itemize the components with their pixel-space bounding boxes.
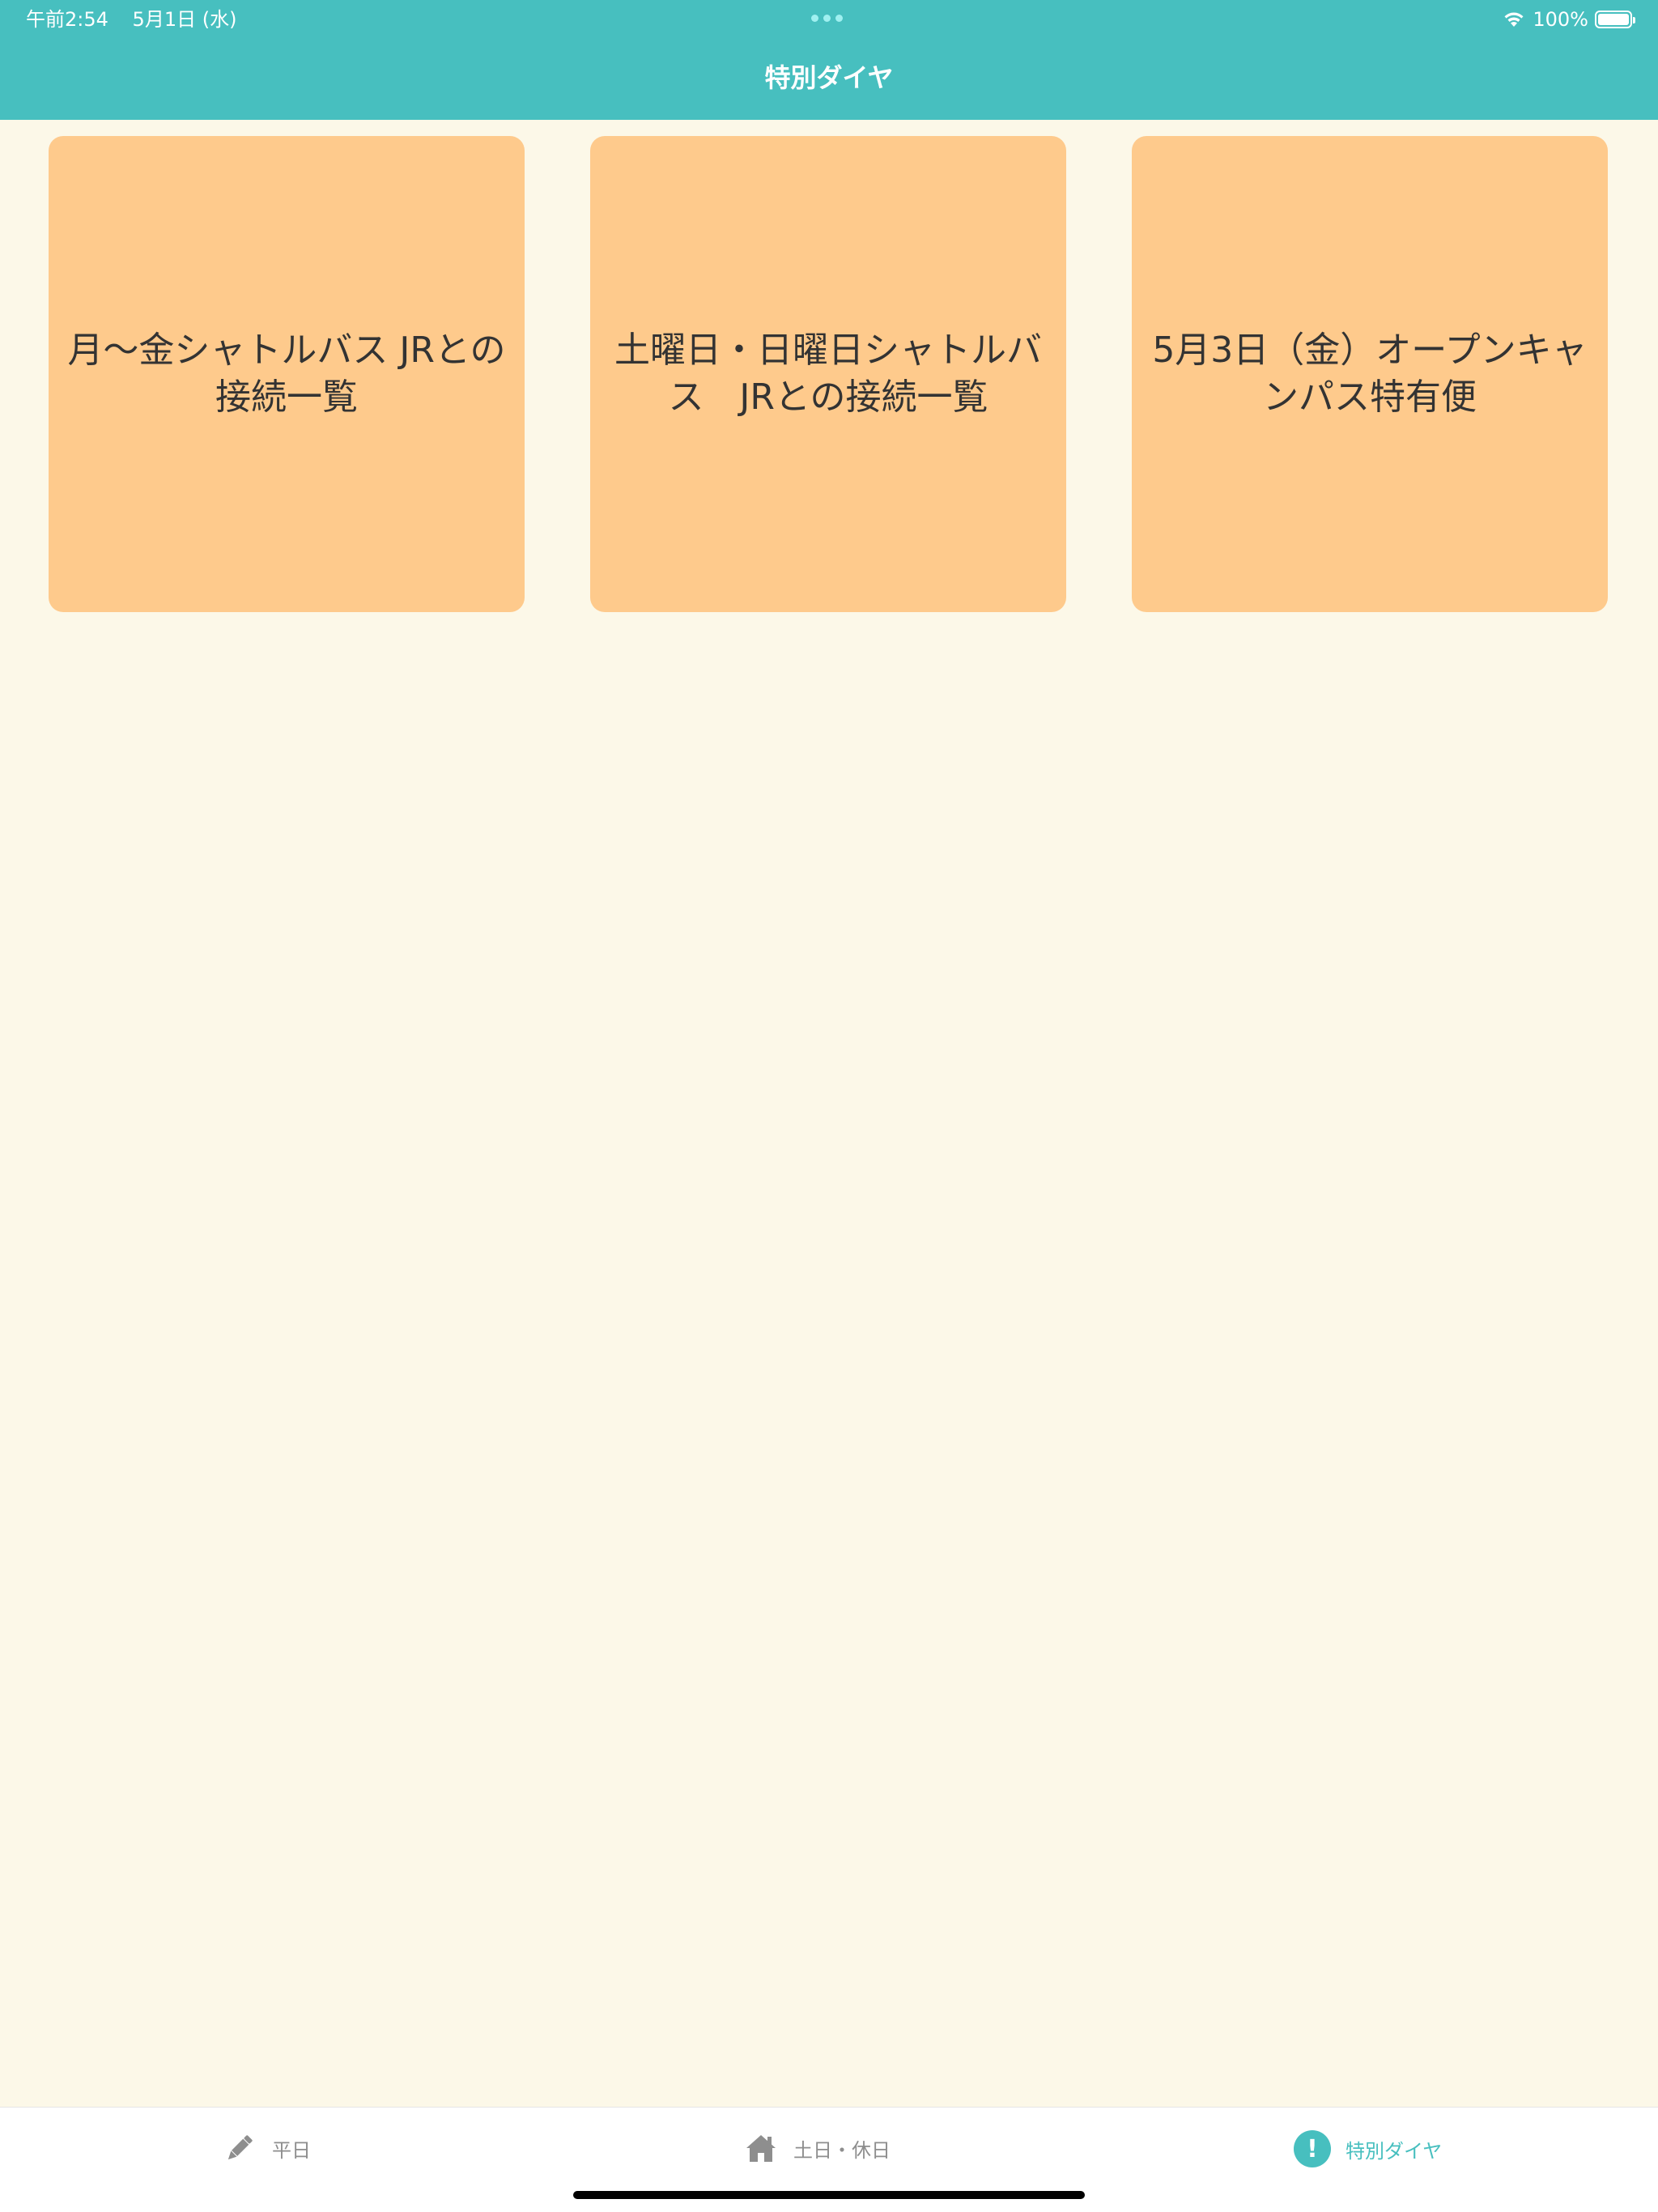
tile-label: 土曜日・日曜日シャトルバ ス JRとの接続一覧	[614, 330, 1042, 418]
wifi-icon	[1504, 12, 1524, 27]
app-header: 午前2:54 5月1日 (水) 100% 特別ダイヤ	[0, 0, 1658, 120]
battery-icon	[1595, 11, 1635, 28]
tab-special-schedule[interactable]: ! 特別ダイヤ	[1294, 2130, 1442, 2167]
tile-weekend-shuttle-jr[interactable]: 土曜日・日曜日シャトルバ ス JRとの接続一覧	[590, 136, 1066, 612]
status-bar-right: 100%	[1502, 6, 1635, 32]
tile-label: 月〜金シャトルバス JRとの 接続一覧	[67, 330, 506, 418]
tile-open-campus-special[interactable]: 5月3日（金）オープンキャ ンパス特有便	[1132, 136, 1608, 612]
exclamation-icon: !	[1294, 2130, 1331, 2167]
tile-label: 5月3日（金）オープンキャ ンパス特有便	[1152, 330, 1588, 418]
tab-weekend-holiday[interactable]: 土日・休日	[743, 2130, 891, 2166]
status-time: 午前2:54	[26, 8, 108, 31]
multitasking-dots-icon[interactable]	[811, 15, 843, 22]
home-icon	[746, 2135, 776, 2162]
status-date: 5月1日 (水)	[132, 8, 237, 31]
tab-label: 特別ダイヤ	[1346, 2139, 1443, 2163]
tile-weekday-shuttle-jr[interactable]: 月〜金シャトルバス JRとの 接続一覧	[49, 136, 525, 612]
tab-weekday[interactable]: 平日	[222, 2130, 311, 2166]
home-indicator[interactable]	[573, 2191, 1085, 2199]
page-title: 特別ダイヤ	[764, 62, 894, 93]
tab-label: 土日・休日	[793, 2138, 891, 2162]
battery-percent: 100%	[1533, 8, 1588, 31]
tab-label: 平日	[272, 2138, 311, 2162]
status-bar-left: 午前2:54 5月1日 (水)	[26, 6, 254, 32]
pencil-icon	[227, 2135, 253, 2160]
